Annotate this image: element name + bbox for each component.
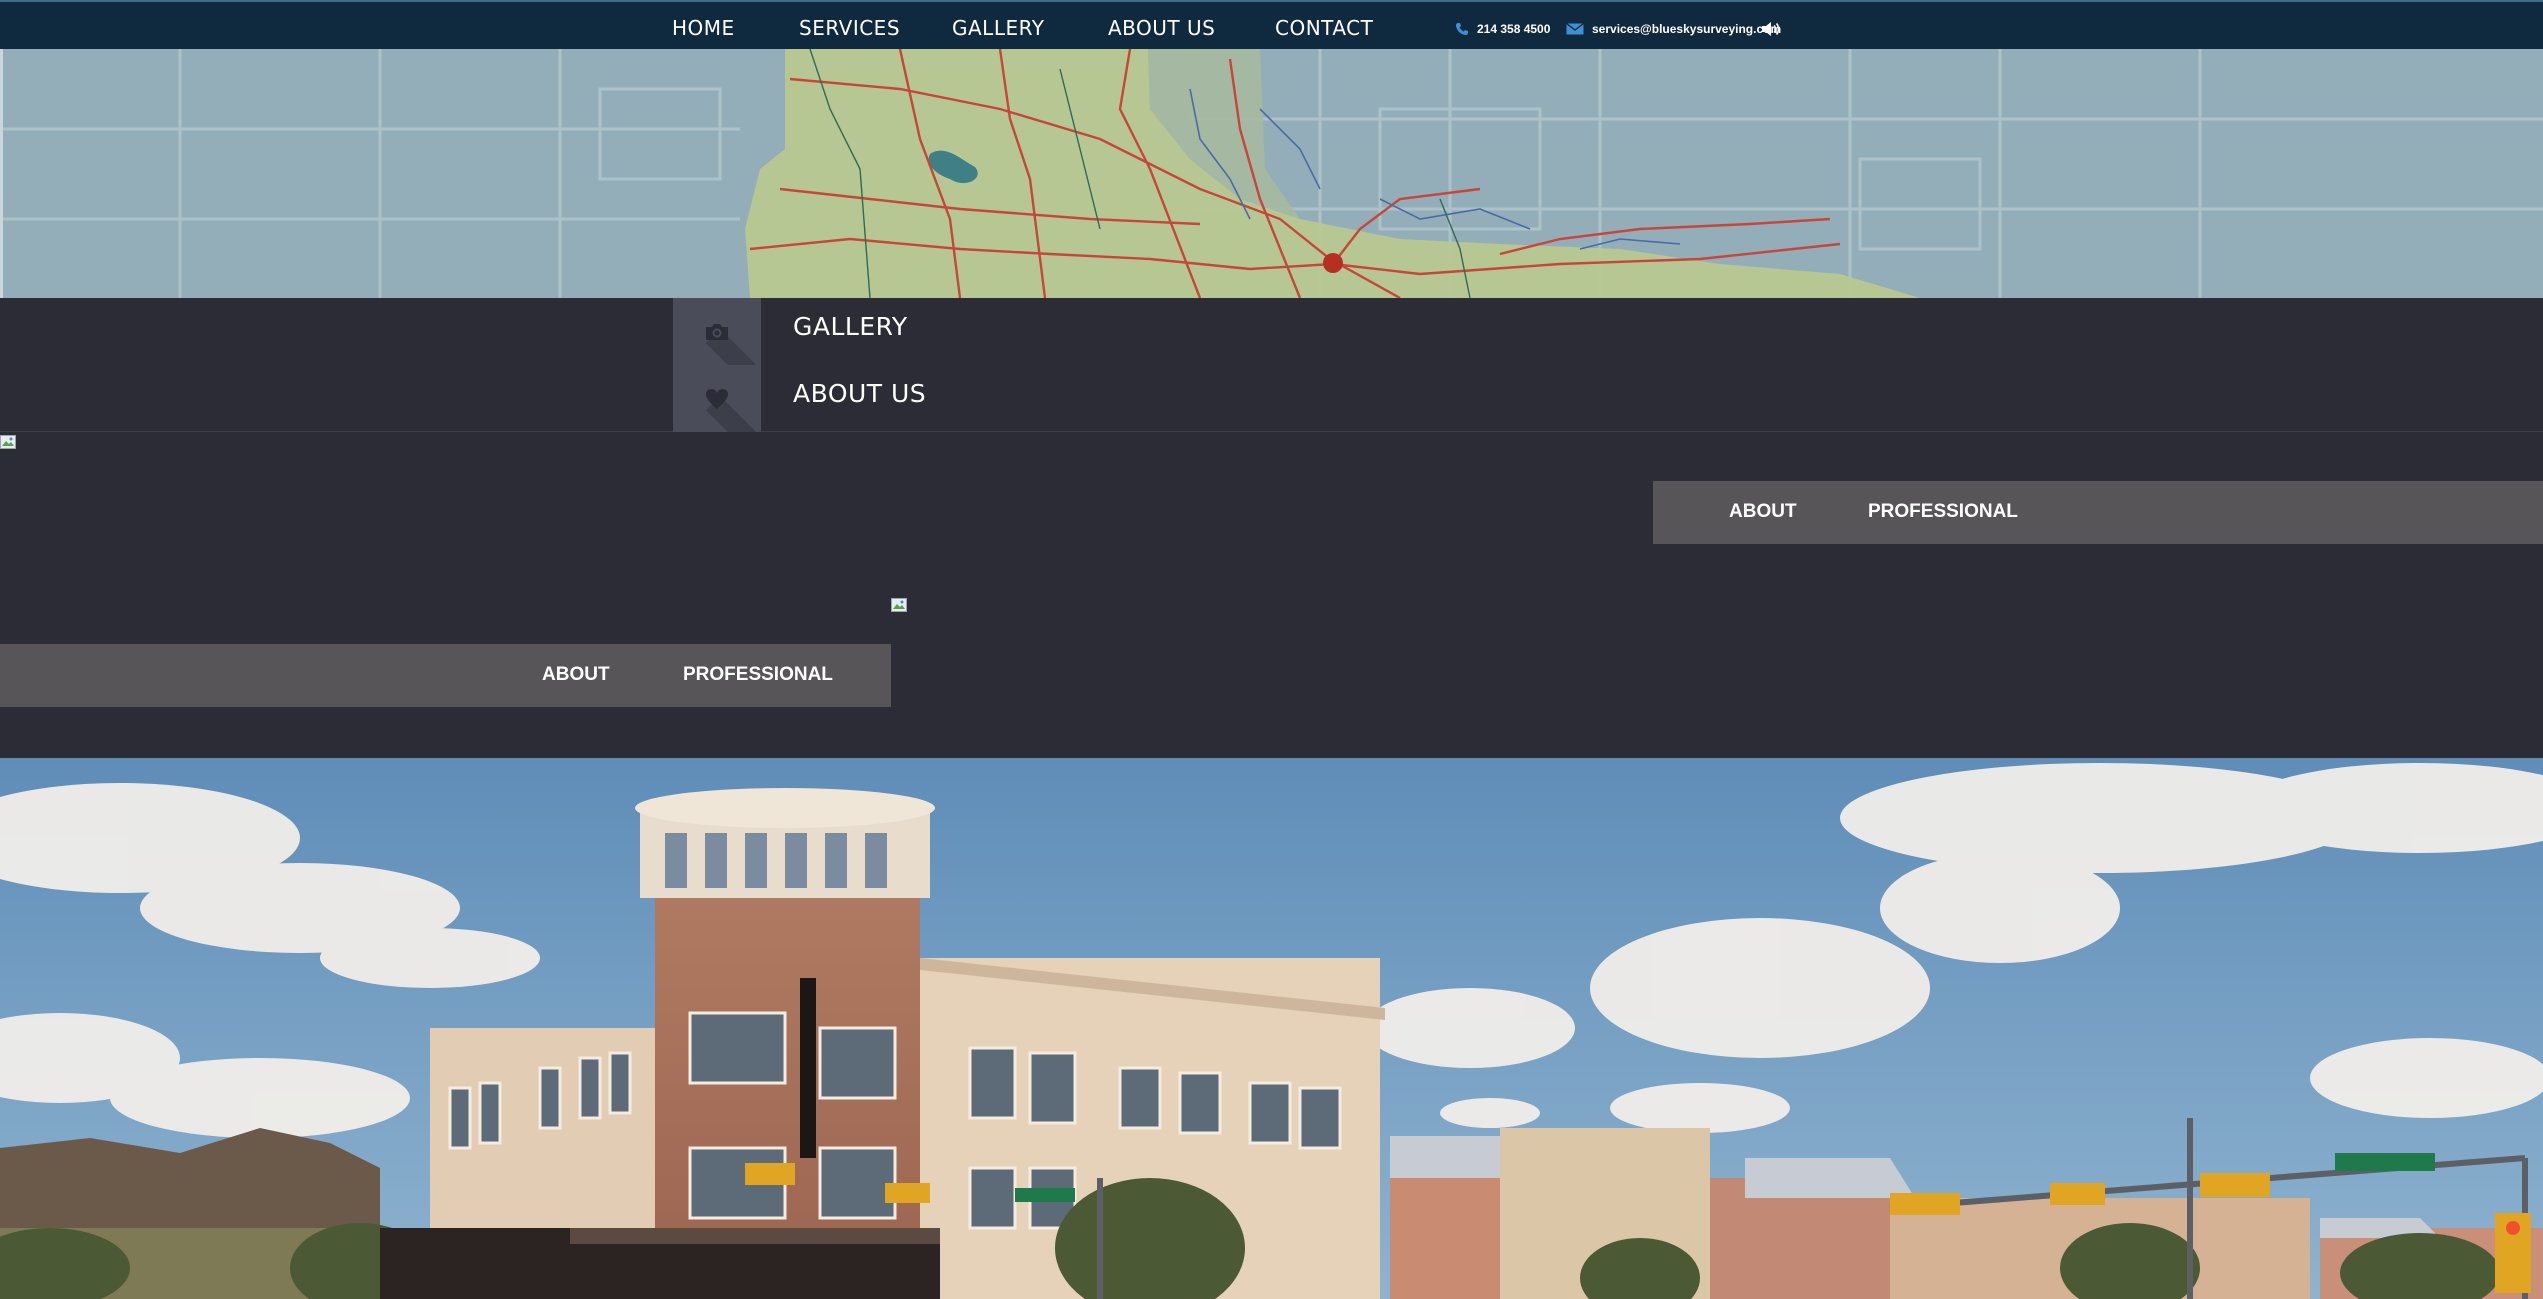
email-contact[interactable]: services@blueskysurveying.com	[1566, 22, 1781, 36]
gallery-icon-cell[interactable]	[673, 298, 761, 365]
broken-image-icon	[891, 598, 907, 612]
envelope-icon	[1566, 23, 1584, 35]
phone-contact[interactable]: 214 358 4500	[1455, 22, 1550, 36]
nav-about-us[interactable]: ABOUT US	[1108, 16, 1215, 40]
speaker-icon[interactable]	[1761, 21, 1781, 37]
nav-services[interactable]: SERVICES	[799, 16, 900, 40]
top-navigation: HOME SERVICES GALLERY ABOUT US CONTACT 2…	[0, 0, 2543, 49]
map-banner	[0, 49, 2543, 298]
strip-link-about-us[interactable]: ABOUT US	[793, 379, 926, 408]
broken-image-icon	[0, 435, 16, 449]
nav-home[interactable]: HOME	[672, 16, 735, 40]
nav-gallery[interactable]: GALLERY	[952, 16, 1044, 40]
email-address: services@blueskysurveying.com	[1592, 22, 1782, 36]
section-row-1: ABOUT PROFESSIONAL	[0, 432, 2543, 596]
quick-links-strip: GALLERY ABOUT US	[0, 298, 2543, 444]
hero-street-photo	[0, 758, 2543, 1299]
section-1-tab-bar: ABOUT PROFESSIONAL	[1653, 481, 2543, 544]
strip-link-gallery[interactable]: GALLERY	[793, 312, 908, 341]
icon-column	[673, 298, 761, 444]
town-center-image	[0, 758, 2543, 1299]
nav-contact[interactable]: CONTACT	[1275, 16, 1373, 40]
camera-icon	[706, 323, 728, 340]
section-2-tab-bar: ABOUT PROFESSIONAL	[0, 644, 891, 707]
section-1-tab-professional[interactable]: PROFESSIONAL	[1868, 501, 2018, 523]
phone-number: 214 358 4500	[1477, 22, 1551, 36]
section-1-tab-about[interactable]: ABOUT	[1729, 501, 1797, 523]
section-2-tab-about[interactable]: ABOUT	[542, 664, 610, 686]
phone-icon	[1456, 23, 1468, 35]
heart-icon	[706, 388, 728, 409]
section-row-2: ABOUT PROFESSIONAL	[0, 595, 2543, 759]
about-icon-cell[interactable]	[673, 365, 761, 432]
section-2-tab-professional[interactable]: PROFESSIONAL	[683, 664, 833, 686]
road-map-image	[0, 49, 2543, 298]
